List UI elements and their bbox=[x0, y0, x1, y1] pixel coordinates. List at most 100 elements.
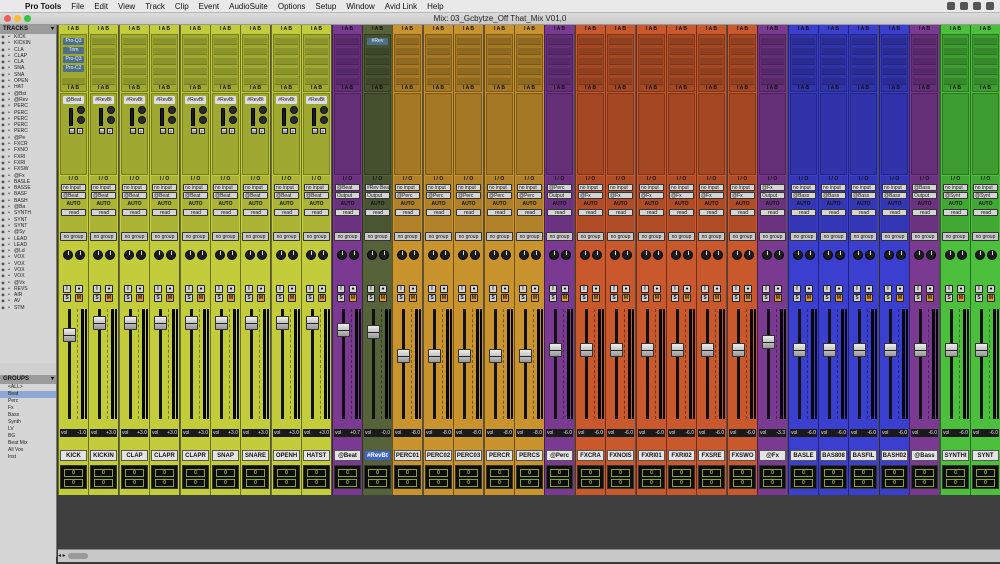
insert-slot[interactable] bbox=[457, 48, 480, 55]
mute-button[interactable]: M bbox=[926, 294, 934, 302]
send-pan-knob[interactable] bbox=[320, 116, 328, 124]
send-level-slider[interactable] bbox=[99, 108, 103, 126]
insert-slot[interactable] bbox=[457, 68, 480, 75]
send-pan-knob[interactable] bbox=[259, 116, 267, 124]
group-selector[interactable]: no group bbox=[486, 232, 513, 241]
insert-slot[interactable] bbox=[153, 78, 176, 85]
insert-slot[interactable] bbox=[366, 48, 389, 55]
volume-fader[interactable] bbox=[306, 316, 319, 330]
send-pan-knob[interactable] bbox=[320, 106, 328, 114]
insert-slot[interactable] bbox=[457, 38, 480, 45]
insert-slot[interactable] bbox=[913, 48, 936, 55]
insert-slot[interactable] bbox=[518, 38, 541, 45]
track-name-button[interactable]: PERC03 bbox=[455, 450, 482, 461]
output-selector[interactable]: @Beat bbox=[91, 192, 116, 199]
pan-right-knob[interactable] bbox=[318, 250, 328, 260]
input-monitor-button[interactable]: I bbox=[762, 285, 770, 293]
automation-mode-selector[interactable]: read bbox=[426, 209, 451, 216]
pan-left-knob[interactable] bbox=[337, 250, 347, 260]
solo-button[interactable]: S bbox=[428, 294, 436, 302]
send-pan-knob[interactable] bbox=[138, 116, 146, 124]
volume-readout[interactable]: vol -8.0 bbox=[516, 429, 543, 437]
track-name-button[interactable]: @Beat bbox=[334, 450, 361, 461]
insert-slot[interactable] bbox=[700, 58, 723, 65]
group-selector[interactable]: no group bbox=[607, 232, 634, 241]
group-selector[interactable]: no group bbox=[334, 232, 361, 241]
pan-left-knob[interactable] bbox=[671, 250, 681, 260]
mute-button[interactable]: M bbox=[379, 294, 387, 302]
output-selector[interactable]: Output bbox=[912, 192, 937, 199]
input-selector[interactable]: no input bbox=[882, 184, 907, 191]
solo-button[interactable]: S bbox=[397, 294, 405, 302]
group-selector[interactable]: no group bbox=[425, 232, 452, 241]
send-button[interactable]: #RevBt bbox=[245, 96, 266, 104]
send-prefader-button[interactable]: P bbox=[199, 128, 205, 134]
insert-slot[interactable] bbox=[792, 78, 815, 85]
input-selector[interactable]: no input bbox=[851, 184, 876, 191]
solo-button[interactable]: S bbox=[762, 294, 770, 302]
volume-readout[interactable]: vol +3.0 bbox=[303, 429, 330, 437]
insert-slot[interactable] bbox=[244, 48, 267, 55]
send-pan-knob[interactable] bbox=[259, 106, 267, 114]
insert-slot[interactable] bbox=[548, 58, 571, 65]
insert-slot[interactable] bbox=[700, 38, 723, 45]
insert-slot[interactable] bbox=[883, 58, 906, 65]
insert-slot[interactable] bbox=[822, 58, 845, 65]
pan-right-knob[interactable] bbox=[683, 250, 693, 260]
pan-right-knob[interactable] bbox=[197, 250, 207, 260]
record-enable-button[interactable]: ● bbox=[227, 285, 235, 293]
volume-fader[interactable] bbox=[641, 343, 654, 357]
insert-slot[interactable] bbox=[92, 38, 115, 45]
group-selector[interactable]: no group bbox=[303, 232, 330, 241]
automation-mode-selector[interactable]: read bbox=[243, 209, 268, 216]
output-selector[interactable]: @Fx bbox=[608, 192, 633, 199]
pan-left-knob[interactable] bbox=[245, 250, 255, 260]
input-monitor-button[interactable]: I bbox=[549, 285, 557, 293]
send-pan-knob[interactable] bbox=[107, 116, 115, 124]
insert-slot[interactable] bbox=[92, 68, 115, 75]
output-selector[interactable]: @Bass bbox=[791, 192, 816, 199]
volume-readout[interactable]: vol -6.0 bbox=[546, 429, 573, 437]
group-list-item[interactable]: LV bbox=[0, 426, 56, 433]
automation-mode-selector[interactable]: read bbox=[335, 209, 360, 216]
insert-slot[interactable] bbox=[123, 68, 146, 75]
group-list-item[interactable]: <ALL> bbox=[0, 384, 56, 391]
volume-readout[interactable]: vol -0.0 bbox=[364, 429, 391, 437]
input-selector[interactable]: no input bbox=[426, 184, 451, 191]
send-button[interactable]: #RevBt bbox=[93, 96, 114, 104]
volume-readout[interactable]: vol +3.0 bbox=[182, 429, 209, 437]
pan-left-knob[interactable] bbox=[580, 250, 590, 260]
pan-left-knob[interactable] bbox=[489, 250, 499, 260]
insert-slot[interactable] bbox=[457, 58, 480, 65]
input-monitor-button[interactable]: I bbox=[793, 285, 801, 293]
insert-slot[interactable] bbox=[761, 78, 784, 85]
volume-readout[interactable]: vol -6.0 bbox=[972, 429, 999, 437]
automation-mode-selector[interactable]: read bbox=[730, 209, 755, 216]
pan-right-knob[interactable] bbox=[531, 250, 541, 260]
input-selector[interactable]: no input bbox=[517, 184, 542, 191]
track-list-item[interactable]: ◉ • STM bbox=[0, 305, 56, 311]
insert-slot[interactable] bbox=[852, 68, 875, 75]
automation-mode-selector[interactable]: read bbox=[912, 209, 937, 216]
insert-plugin-button[interactable]: Pro-Q3 bbox=[63, 56, 84, 63]
insert-slot[interactable] bbox=[488, 38, 511, 45]
volume-fader[interactable] bbox=[519, 349, 532, 363]
insert-slot[interactable] bbox=[883, 48, 906, 55]
output-selector[interactable]: @Bass bbox=[882, 192, 907, 199]
insert-slot[interactable] bbox=[488, 68, 511, 75]
track-name-button[interactable]: HATST bbox=[303, 450, 330, 461]
mute-button[interactable]: M bbox=[470, 294, 478, 302]
group-selector[interactable]: no group bbox=[850, 232, 877, 241]
pan-left-knob[interactable] bbox=[154, 250, 164, 260]
automation-mode-selector[interactable]: read bbox=[456, 209, 481, 216]
insert-slot[interactable] bbox=[457, 78, 480, 85]
volume-readout[interactable]: vol -6.0 bbox=[577, 429, 604, 437]
input-selector[interactable]: no input bbox=[395, 184, 420, 191]
record-enable-button[interactable]: ● bbox=[440, 285, 448, 293]
menu-help[interactable]: Help bbox=[422, 2, 448, 11]
volume-readout[interactable]: vol +3.0 bbox=[242, 429, 269, 437]
minimize-icon[interactable] bbox=[14, 15, 21, 22]
pan-left-knob[interactable] bbox=[185, 250, 195, 260]
record-enable-button[interactable]: ● bbox=[318, 285, 326, 293]
insert-slot[interactable] bbox=[761, 68, 784, 75]
